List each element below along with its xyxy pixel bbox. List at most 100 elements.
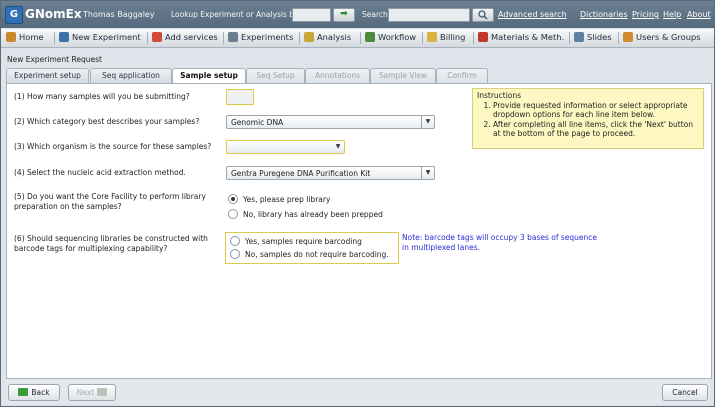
prep-library-yes-radio[interactable]: Yes, please prep library xyxy=(228,194,330,204)
cancel-button[interactable]: Cancel xyxy=(662,384,708,401)
sample-setup-panel: (1) How many samples will you be submitt… xyxy=(6,83,712,379)
radio-label: Yes, samples require barcoding xyxy=(245,237,362,246)
prep-library-no-radio[interactable]: No, library has already been prepped xyxy=(228,209,383,219)
top-header: G GNomEx Thomas Baggaley Lookup Experime… xyxy=(1,1,714,28)
billing-icon xyxy=(427,32,437,42)
nav-label: Materials & Meth. xyxy=(491,32,565,42)
tab-sample-setup[interactable]: Sample setup xyxy=(172,68,246,84)
nav-label: Billing xyxy=(440,32,466,42)
tab-seq-application[interactable]: Seq application xyxy=(90,68,172,83)
nav-label: Home xyxy=(19,32,44,42)
question-5-label-line1: (5) Do you want the Core Facility to per… xyxy=(14,192,206,201)
search-button[interactable] xyxy=(472,8,494,22)
help-link[interactable]: Help xyxy=(663,10,681,19)
materials-icon xyxy=(478,32,488,42)
nav-separator xyxy=(473,32,474,44)
question-6-label-line2: barcode tags for multiplexing capability… xyxy=(14,244,168,253)
about-link[interactable]: About xyxy=(687,10,711,19)
slides-icon xyxy=(574,32,584,42)
barcoding-yes-radio[interactable]: Yes, samples require barcoding xyxy=(230,236,362,246)
nav-workflow[interactable]: Workflow xyxy=(365,32,416,44)
nav-billing[interactable]: Billing xyxy=(427,32,465,44)
sample-category-select[interactable]: Genomic DNA ▼ xyxy=(226,115,435,129)
nav-separator xyxy=(54,32,55,44)
search-icon xyxy=(478,10,488,20)
brand-name: GNomEx xyxy=(25,7,82,21)
back-button[interactable]: Back xyxy=(8,384,60,401)
page-title: New Experiment Request xyxy=(7,55,102,64)
nav-label: Workflow xyxy=(378,32,417,42)
barcoding-no-radio[interactable]: No, samples do not require barcoding. xyxy=(230,249,389,259)
wizard-tabs: Experiment setup Seq application Sample … xyxy=(6,68,706,84)
back-arrow-icon xyxy=(18,388,29,396)
dictionaries-link[interactable]: Dictionaries xyxy=(580,10,628,19)
nav-home[interactable]: Home xyxy=(6,32,44,44)
nav-slides[interactable]: Slides xyxy=(574,32,612,44)
nav-new-experiment[interactable]: New Experiment xyxy=(59,32,141,44)
question-4-label: (4) Select the nucleic acid extraction m… xyxy=(14,168,186,177)
instructions-title: Instructions xyxy=(477,91,522,100)
instruction-item: Provide requested information or select … xyxy=(493,101,699,120)
extraction-method-select[interactable]: Gentra Puregene DNA Purification Kit ▼ xyxy=(226,166,435,180)
add-services-icon xyxy=(152,32,162,42)
nav-separator xyxy=(223,32,224,44)
nav-label: Users & Groups xyxy=(636,32,701,42)
instruction-item: After completing all line items, click t… xyxy=(493,120,699,139)
nav-separator xyxy=(147,32,148,44)
main-nav: Home New Experiment Add services Experim… xyxy=(1,29,714,48)
radio-selected-icon xyxy=(228,194,238,204)
barcode-note: Note: barcode tags will occupy 3 bases o… xyxy=(402,233,622,253)
lookup-input[interactable] xyxy=(292,8,331,22)
nav-label: New Experiment xyxy=(72,32,141,42)
search-input[interactable] xyxy=(388,8,470,22)
workflow-icon xyxy=(365,32,375,42)
nav-materials[interactable]: Materials & Meth. xyxy=(478,32,564,44)
back-label: Back xyxy=(31,388,50,397)
next-button: Next xyxy=(68,384,116,401)
home-icon xyxy=(6,32,16,42)
question-1-label: (1) How many samples will you be submitt… xyxy=(14,92,190,101)
chevron-down-icon: ▼ xyxy=(335,143,341,150)
chevron-down-icon: ▼ xyxy=(421,167,434,179)
barcode-note-line2: in multiplexed lanes. xyxy=(402,243,481,252)
nav-users-groups[interactable]: Users & Groups xyxy=(623,32,701,44)
nav-experiments[interactable]: Experiments xyxy=(228,32,293,44)
chevron-down-icon: ▼ xyxy=(421,116,434,128)
nav-separator xyxy=(569,32,570,44)
chart-icon xyxy=(304,32,314,42)
radio-unselected-icon xyxy=(230,249,240,259)
flask-icon xyxy=(59,32,69,42)
wizard-footer: Back Next Cancel xyxy=(6,379,710,404)
sample-count-input[interactable] xyxy=(226,89,254,105)
lookup-label: Lookup Experiment or Analysis by # xyxy=(171,10,308,19)
pricing-link[interactable]: Pricing xyxy=(632,10,659,19)
nav-label: Add services xyxy=(165,32,218,42)
nav-label: Analysis xyxy=(317,32,352,42)
radio-unselected-icon xyxy=(230,236,240,246)
nav-separator xyxy=(422,32,423,44)
question-3-label: (3) Which organism is the source for the… xyxy=(14,142,212,151)
organism-select[interactable]: ▼ xyxy=(226,140,345,154)
radio-label: Yes, please prep library xyxy=(243,195,331,204)
nav-label: Experiments xyxy=(241,32,294,42)
nav-analysis[interactable]: Analysis xyxy=(304,32,351,44)
app-window: G GNomEx Thomas Baggaley Lookup Experime… xyxy=(0,0,715,407)
nav-separator xyxy=(299,32,300,44)
gnomex-logo-icon: G xyxy=(5,6,23,24)
next-arrow-icon xyxy=(97,388,108,396)
nav-add-services[interactable]: Add services xyxy=(152,32,218,44)
users-icon xyxy=(623,32,633,42)
search-label: Search xyxy=(362,10,388,19)
user-name: Thomas Baggaley xyxy=(83,10,155,19)
instructions-box: Instructions Provide requested informati… xyxy=(472,88,704,149)
lookup-go-button[interactable]: ➡ xyxy=(333,8,355,22)
next-label: Next xyxy=(76,388,95,397)
nav-separator xyxy=(618,32,619,44)
tab-experiment-setup[interactable]: Experiment setup xyxy=(6,68,89,83)
flask-icon xyxy=(228,32,238,42)
advanced-search-link[interactable]: Advanced search xyxy=(498,10,567,19)
select-value: Genomic DNA xyxy=(231,118,284,127)
barcoding-options-box: Yes, samples require barcoding No, sampl… xyxy=(225,232,399,264)
tab-sample-view: Sample View xyxy=(370,68,436,83)
tab-annotations: Annotations xyxy=(305,68,370,83)
